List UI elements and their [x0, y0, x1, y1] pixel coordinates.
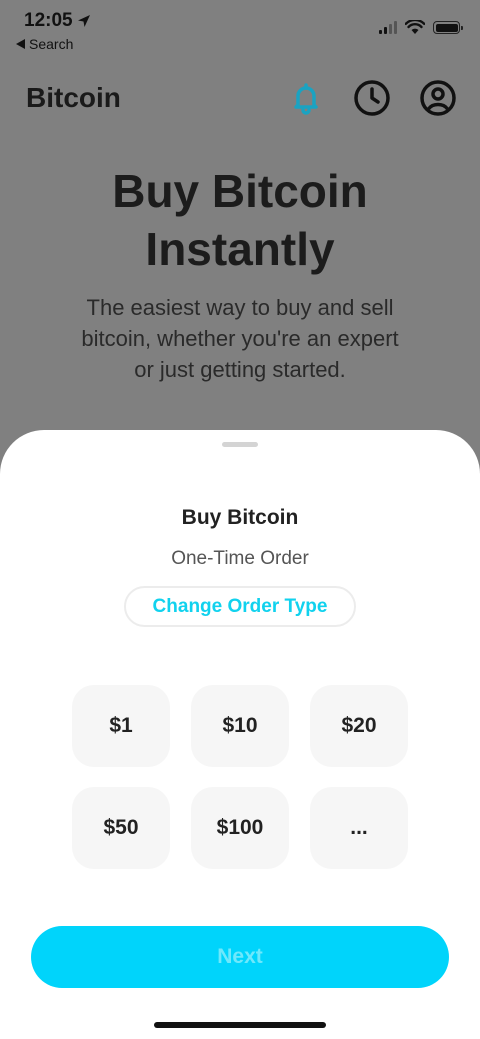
battery-icon — [433, 21, 463, 34]
clock-icon — [354, 80, 390, 116]
next-button[interactable]: Next — [31, 926, 449, 988]
status-time: 12:05 — [24, 10, 91, 32]
hero-title: Buy Bitcoin Instantly — [0, 162, 480, 278]
order-type-label: One-Time Order — [171, 548, 309, 569]
buy-bitcoin-sheet: Buy Bitcoin One-Time Order Change Order … — [0, 430, 480, 1039]
location-arrow-icon — [77, 15, 90, 27]
cellular-signal-icon — [379, 21, 397, 34]
amount-button-20[interactable]: $20 — [310, 685, 408, 767]
notifications-button[interactable] — [286, 78, 326, 118]
sheet-grabber[interactable] — [222, 442, 258, 447]
back-app-label: Search — [29, 36, 74, 52]
back-to-app-link[interactable]: Search — [16, 36, 73, 52]
page-title: Bitcoin — [26, 82, 121, 113]
amount-button-1[interactable]: $1 — [72, 685, 170, 767]
hero-title-line2: Instantly — [145, 223, 335, 275]
amount-button-10[interactable]: $10 — [191, 685, 289, 767]
change-order-type-button[interactable]: Change Order Type — [124, 586, 356, 627]
wifi-icon — [405, 20, 425, 34]
amount-button-50[interactable]: $50 — [72, 787, 170, 869]
hero-title-line1: Buy Bitcoin — [112, 165, 368, 217]
activity-button[interactable] — [352, 78, 392, 118]
top-nav: Bitcoin — [0, 70, 480, 130]
status-bar: 12:05 Search — [0, 0, 480, 60]
time-text: 12:05 — [24, 10, 73, 31]
profile-icon — [420, 80, 456, 116]
sheet-title: Buy Bitcoin — [181, 506, 299, 529]
system-icons — [379, 20, 463, 35]
profile-button[interactable] — [418, 78, 458, 118]
amount-button-custom[interactable]: ... — [310, 787, 408, 869]
hero-subtitle: The easiest way to buy and sell bitcoin,… — [81, 295, 399, 382]
amount-button-100[interactable]: $100 — [191, 787, 289, 869]
bell-icon — [294, 83, 318, 115]
back-triangle-icon — [16, 39, 25, 49]
home-indicator[interactable] — [154, 1022, 326, 1028]
